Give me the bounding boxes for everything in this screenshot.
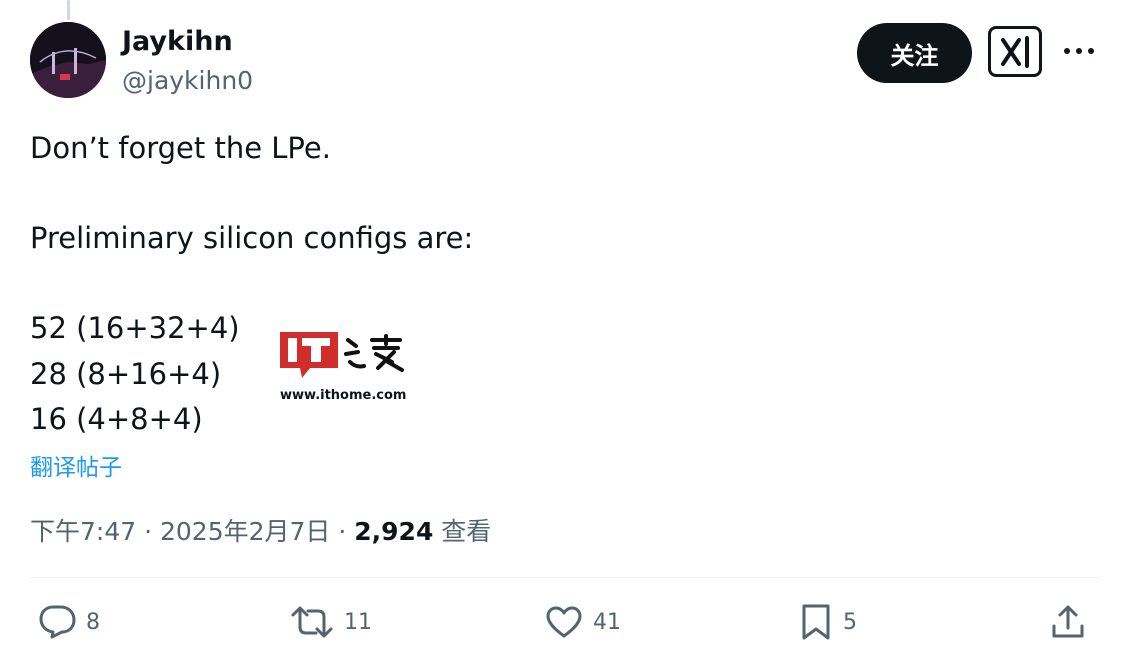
watermark-url: www.ithome.com bbox=[280, 388, 407, 403]
follow-button[interactable]: 关注 bbox=[857, 23, 972, 83]
bookmark-button[interactable]: 5 bbox=[799, 600, 857, 644]
repost-count: 11 bbox=[344, 609, 372, 635]
like-count: 41 bbox=[593, 609, 621, 635]
author-name[interactable]: Jaykihn bbox=[122, 26, 233, 57]
reply-button[interactable]: 8 bbox=[38, 600, 100, 644]
views-count: 2,924 bbox=[354, 517, 434, 546]
ithome-watermark: www.ithome.com bbox=[280, 332, 410, 412]
translate-post-link[interactable]: 翻译帖子 bbox=[30, 448, 122, 482]
share-button[interactable] bbox=[1050, 600, 1086, 644]
post-metadata: 下午7:47 · 2025年2月7日 · 2,924 查看 bbox=[30, 512, 491, 548]
ithome-logo bbox=[280, 332, 404, 378]
bookmark-icon bbox=[802, 604, 830, 640]
more-icon[interactable] bbox=[1059, 36, 1099, 66]
reply-count: 8 bbox=[86, 609, 100, 635]
post-date[interactable]: 2025年2月7日 bbox=[160, 517, 330, 546]
avatar-image bbox=[30, 22, 106, 98]
tweet-text-line: 16 (4+8+4) bbox=[30, 402, 203, 436]
tweet-text-line: 52 (16+32+4) bbox=[30, 311, 240, 345]
reply-icon bbox=[39, 605, 76, 639]
tweet-text-line: 28 (8+16+4) bbox=[30, 357, 222, 391]
repost-icon bbox=[291, 606, 333, 638]
like-button[interactable]: 41 bbox=[545, 600, 621, 644]
share-icon bbox=[1052, 605, 1084, 638]
heart-icon bbox=[546, 606, 582, 638]
author-handle[interactable]: @jaykihn0 bbox=[122, 66, 253, 95]
meta-separator: · bbox=[136, 517, 160, 546]
avatar[interactable] bbox=[30, 22, 106, 98]
tweet-text-line: Don’t forget the LPe. bbox=[30, 131, 331, 165]
divider bbox=[30, 577, 1100, 578]
meta-separator: · bbox=[330, 517, 355, 546]
bookmark-count: 5 bbox=[843, 609, 857, 635]
thread-connector bbox=[67, 0, 70, 20]
tweet-text-line: Preliminary silicon configs are: bbox=[30, 221, 474, 255]
post-time[interactable]: 下午7:47 bbox=[30, 517, 136, 546]
views-label: 查看 bbox=[441, 517, 492, 546]
repost-button[interactable]: 11 bbox=[290, 600, 372, 644]
grok-icon[interactable] bbox=[988, 26, 1042, 77]
